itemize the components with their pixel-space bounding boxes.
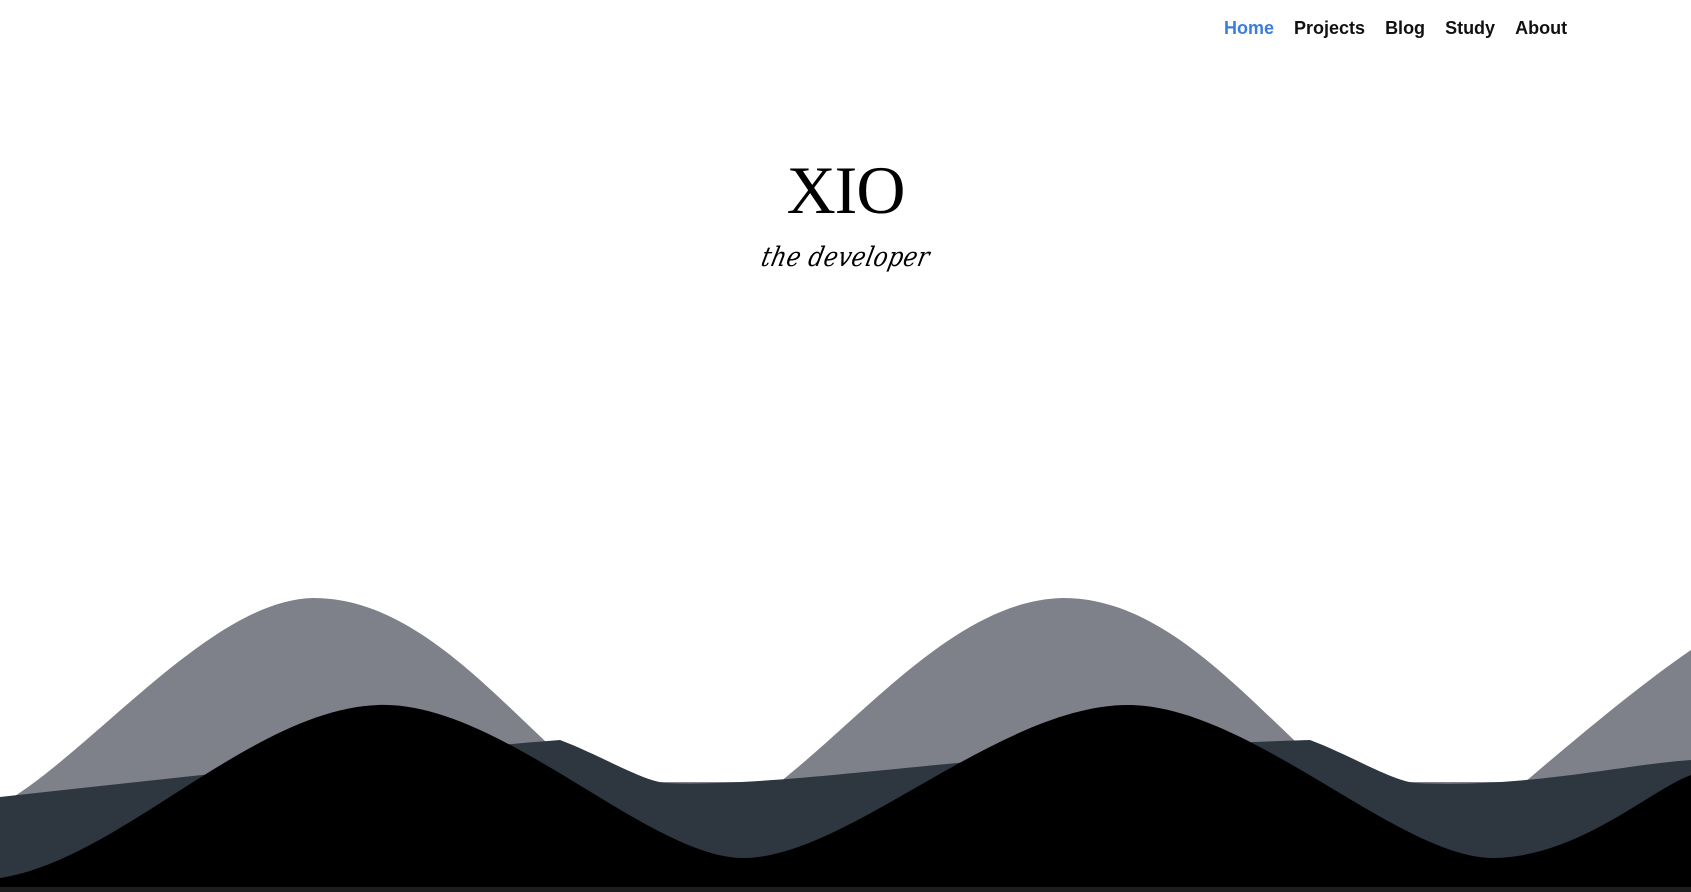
nav-link-projects[interactable]: Projects <box>1284 14 1375 42</box>
hero-subtitle: the developer <box>758 242 933 273</box>
wave-illustration <box>0 598 1691 892</box>
hero-title: XIO <box>786 152 906 228</box>
nav-link-home[interactable]: Home <box>1214 14 1284 42</box>
nav-link-blog[interactable]: Blog <box>1375 14 1435 42</box>
main-nav: Home Projects Blog Study About <box>1214 14 1577 42</box>
nav-link-about[interactable]: About <box>1505 14 1577 42</box>
hero: XIO the developer <box>0 150 1691 276</box>
nav-link-study[interactable]: Study <box>1435 14 1505 42</box>
bottom-bar <box>0 887 1691 892</box>
